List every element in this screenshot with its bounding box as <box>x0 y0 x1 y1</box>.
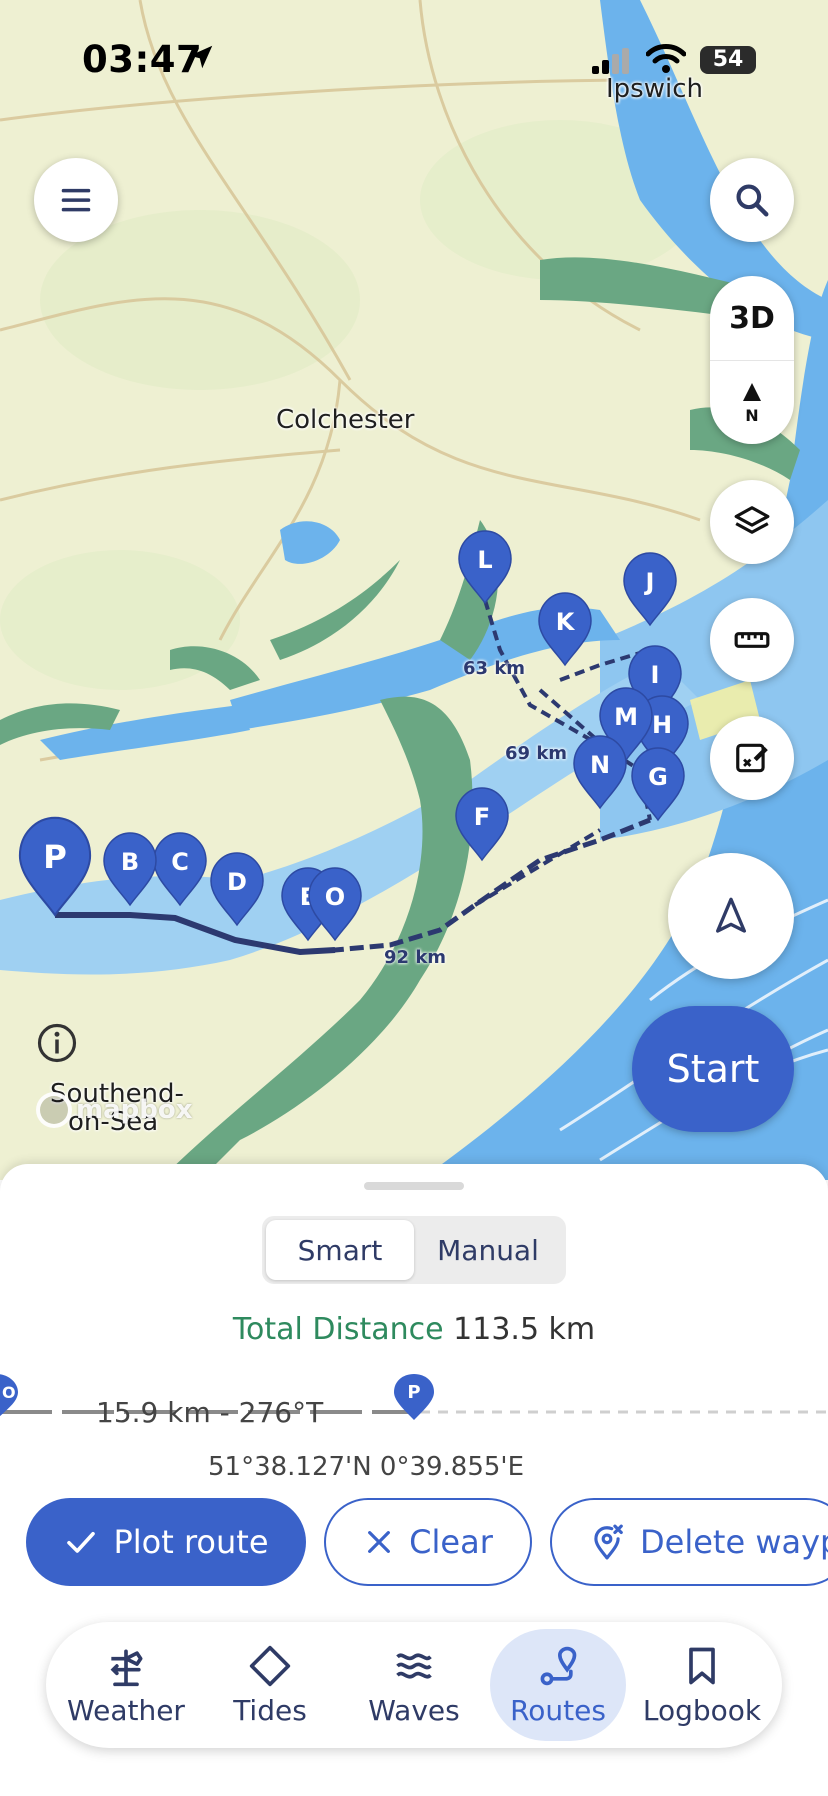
edit-marker-icon <box>736 743 768 773</box>
route-distance-label: 63 km <box>463 658 526 679</box>
delete-location-icon <box>594 1524 623 1560</box>
route-leg-strip[interactable]: O P 15.9 km - 276°T 51°38.127'N 0°39.855… <box>0 1372 828 1482</box>
waypoint-pin-label: P <box>43 838 67 876</box>
route-icon <box>540 1646 577 1685</box>
delete-waypoint-label: Delete waypoint <box>640 1523 828 1561</box>
toggle-3d-button[interactable]: 3D <box>710 276 794 360</box>
tab-weather[interactable]: Weather <box>58 1629 194 1741</box>
clear-button[interactable]: Clear <box>324 1498 532 1586</box>
waypoint-pin-label: J <box>644 568 655 596</box>
waypoint-pin-label: F <box>474 803 490 831</box>
sheet-grabber[interactable] <box>364 1182 464 1190</box>
waypoint-pin-label: D <box>227 868 247 896</box>
mapbox-attribution: mapbox <box>76 1095 193 1125</box>
tab-weather-label: Weather <box>67 1693 185 1727</box>
close-icon <box>368 1531 391 1553</box>
waypoint-pin-label: L <box>477 546 492 574</box>
north-arrow-icon: N <box>743 382 761 425</box>
waypoint-pin-label: C <box>171 848 189 876</box>
leg-distance-bearing: 15.9 km - 276°T <box>96 1396 324 1429</box>
tab-logbook-label: Logbook <box>642 1693 762 1727</box>
waypoint-pin-label: M <box>614 703 638 731</box>
route-distance-label: 69 km <box>505 743 568 764</box>
plot-route-label: Plot route <box>113 1523 269 1561</box>
status-bar: 03:47 54 <box>0 0 828 110</box>
place-label-colchester: Colchester <box>276 405 415 435</box>
waypoint-pin-label: G <box>648 763 668 791</box>
map-view[interactable]: LKJIHMGNFEODCBP Ipswich Colchester South… <box>0 0 828 1180</box>
tab-waves[interactable]: Waves <box>346 1629 482 1741</box>
mode-smart[interactable]: Smart <box>266 1220 414 1280</box>
waypoint-pin-label: O <box>325 883 345 911</box>
north-label: N <box>745 406 758 425</box>
waypoint-pin-label: K <box>556 608 576 636</box>
route-distance-label: 92 km <box>384 947 447 968</box>
tab-logbook[interactable]: Logbook <box>634 1629 770 1741</box>
layers-icon <box>734 506 770 534</box>
delete-waypoint-button[interactable]: Delete waypoint <box>550 1498 828 1586</box>
bottom-tab-bar: Weather Tides Waves Routes Logbook <box>46 1622 782 1748</box>
mapbox-logo: mapbox <box>36 1090 193 1130</box>
battery-indicator: 54 <box>700 46 756 74</box>
total-distance-label: Total Distance <box>232 1312 444 1347</box>
wifi-icon <box>646 44 686 73</box>
location-arrow-icon <box>189 45 213 69</box>
navigate-button[interactable] <box>668 853 794 979</box>
weather-vane-icon <box>110 1649 143 1686</box>
waypoint-to-letter: P <box>407 1382 420 1403</box>
search-button[interactable] <box>710 158 794 242</box>
tab-tides-label: Tides <box>233 1693 307 1727</box>
clear-label: Clear <box>409 1523 493 1561</box>
check-icon <box>67 1531 96 1553</box>
edit-route-button[interactable] <box>710 716 794 800</box>
mode-manual[interactable]: Manual <box>414 1220 562 1280</box>
info-icon[interactable] <box>36 1022 78 1064</box>
toggle-3d-label: 3D <box>729 300 775 336</box>
waypoint-pin-label: I <box>651 661 660 689</box>
total-distance: Total Distance 113.5 km <box>0 1312 828 1347</box>
waypoint-pin-label: H <box>652 711 672 739</box>
mapbox-logo-mark <box>36 1092 72 1128</box>
route-mode-selector: Smart Manual <box>262 1216 566 1284</box>
diamond-icon <box>249 1645 291 1686</box>
tab-tides[interactable]: Tides <box>202 1629 338 1741</box>
plot-route-button[interactable]: Plot route <box>26 1498 306 1586</box>
menu-button[interactable] <box>34 158 118 242</box>
waves-icon <box>396 1652 432 1679</box>
tab-waves-label: Waves <box>368 1693 460 1727</box>
map-basemap[interactable]: LKJIHMGNFE ODCBP <box>0 0 828 1180</box>
start-button[interactable]: Start <box>632 1006 794 1132</box>
waypoint-pin-label: B <box>121 848 139 876</box>
search-icon <box>736 184 769 217</box>
layers-button[interactable] <box>710 480 794 564</box>
navigation-arrow-icon <box>716 897 746 933</box>
start-button-label: Start <box>666 1047 760 1091</box>
measure-button[interactable] <box>710 598 794 682</box>
waypoint-pin-label: N <box>590 751 610 779</box>
ruler-icon <box>734 632 770 648</box>
status-time: 03:47 <box>82 38 203 81</box>
view-controls: 3D N <box>710 276 794 444</box>
compass-north-button[interactable]: N <box>710 360 794 444</box>
tab-routes-label: Routes <box>510 1693 606 1727</box>
waypoint-coordinates: 51°38.127'N 0°39.855'E <box>208 1452 525 1482</box>
tab-routes[interactable]: Routes <box>490 1629 626 1741</box>
waypoint-from-letter: O <box>2 1383 16 1402</box>
hamburger-menu-icon <box>61 188 91 212</box>
cell-signal-icon <box>592 48 629 74</box>
route-bottom-sheet: Smart Manual Total Distance 113.5 km O P… <box>0 1164 828 1796</box>
bookmark-icon <box>689 1647 715 1684</box>
total-distance-value: 113.5 km <box>453 1312 596 1347</box>
